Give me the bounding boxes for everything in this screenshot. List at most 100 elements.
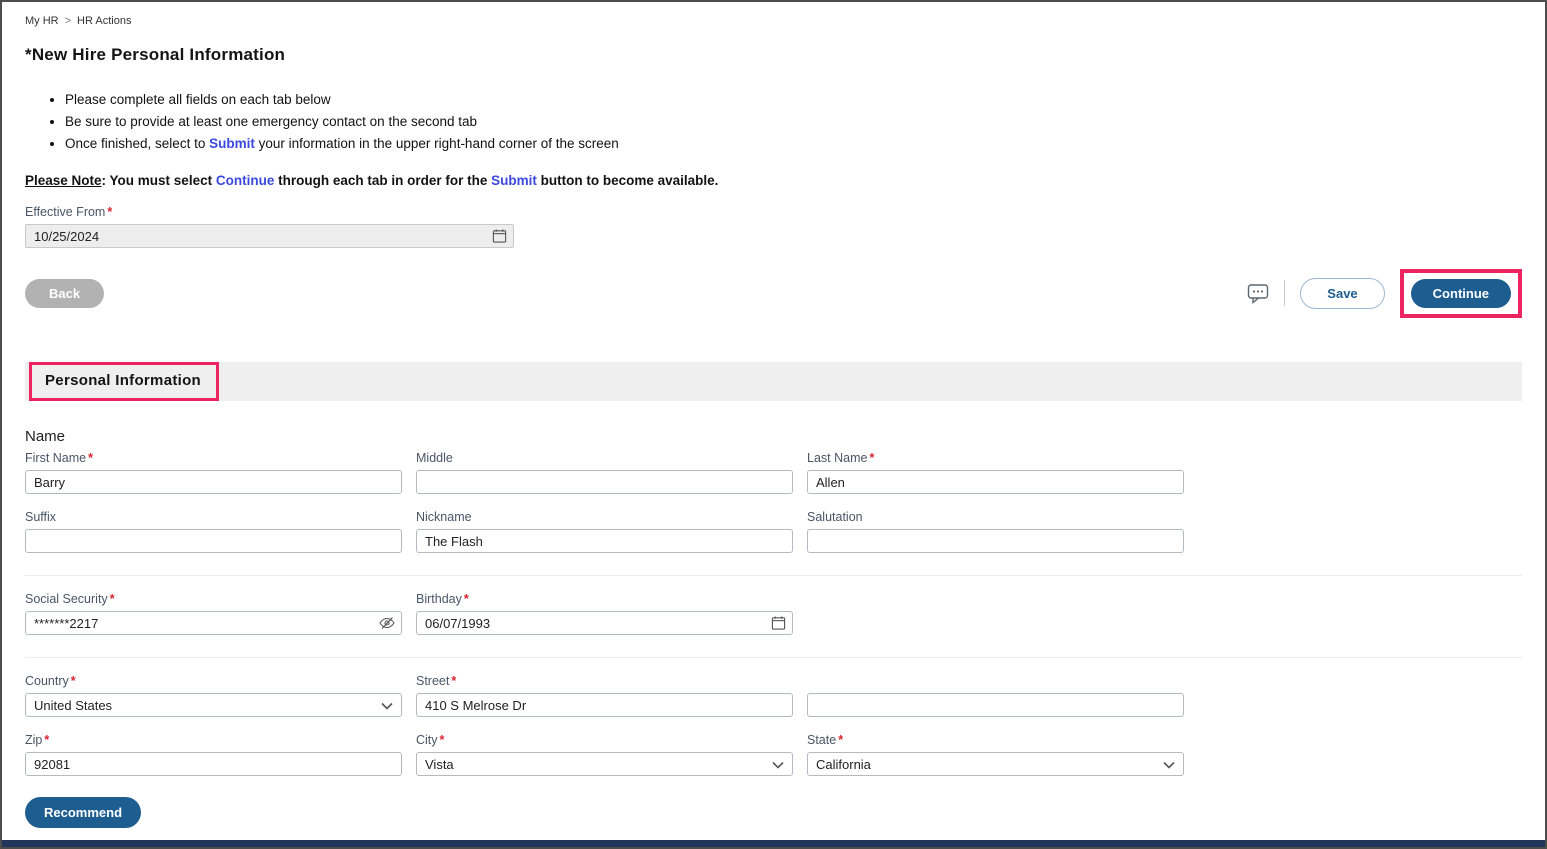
required-asterisk: *	[463, 592, 469, 606]
label-text: Country	[25, 674, 69, 688]
selected-value: Vista	[425, 756, 454, 772]
effective-from-input[interactable]	[25, 224, 514, 248]
zip-label: Zip *	[25, 733, 402, 747]
required-asterisk: *	[107, 205, 113, 219]
required-asterisk: *	[44, 733, 50, 747]
required-asterisk: *	[451, 674, 457, 688]
breadcrumb-hr-actions[interactable]: HR Actions	[77, 15, 131, 27]
personal-information-form: Name First Name* Middle Last Name* Suffi…	[25, 428, 1522, 847]
suffix-field: Suffix	[25, 510, 402, 553]
label-text: Last Name	[807, 451, 868, 465]
section-divider	[25, 575, 1522, 576]
actions-toolbar: Back Save Continue	[25, 264, 1522, 322]
continue-button[interactable]: Continue	[1410, 278, 1511, 308]
street-line2-field	[807, 674, 1184, 717]
effective-from-label: Effective From *	[25, 205, 1522, 219]
required-asterisk: *	[869, 451, 875, 465]
continue-highlight-annotation: Continue	[1399, 268, 1522, 318]
section-divider	[25, 657, 1522, 658]
required-asterisk: *	[70, 674, 76, 688]
footer-bar	[2, 840, 1545, 847]
instruction-text: Once finished, select to	[65, 136, 210, 151]
label-text: Social Security	[25, 592, 108, 606]
effective-from-field: Effective From *	[25, 205, 1522, 248]
continue-link-text: Continue	[215, 173, 275, 188]
name-group-heading: Name	[25, 428, 66, 445]
instruction-text: your information in the upper right-hand…	[254, 136, 619, 151]
calendar-icon[interactable]	[771, 616, 786, 631]
salutation-label: Salutation	[807, 510, 1184, 524]
birthday-input[interactable]	[416, 611, 793, 635]
label-text: First Name	[25, 451, 87, 465]
label-text: Street	[416, 674, 450, 688]
street-line2-input[interactable]	[807, 693, 1184, 717]
street-input[interactable]	[416, 693, 793, 717]
app-window: My HR > HR Actions *New Hire Personal In…	[0, 0, 1547, 849]
country-field: Country * United States	[25, 674, 402, 717]
label-text: Suffix	[25, 510, 57, 524]
suffix-label: Suffix	[25, 510, 402, 524]
label-text: State	[807, 733, 837, 747]
label-text: Salutation	[807, 510, 863, 524]
label-text: Birthday	[416, 592, 462, 606]
eye-off-icon[interactable]	[379, 615, 395, 631]
label-text: Middle	[416, 451, 453, 465]
section-title-highlight-annotation: Personal Information	[29, 362, 220, 401]
state-label: State *	[807, 733, 1184, 747]
recommend-button[interactable]: Recommend	[25, 797, 142, 828]
please-note: Please Note: You must select Continue th…	[25, 173, 1522, 188]
first-name-input[interactable]	[25, 470, 402, 494]
personal-information-section-bar: Personal Information	[25, 362, 1522, 401]
chevron-down-icon	[1163, 757, 1175, 772]
nickname-label: Nickname	[416, 510, 793, 524]
section-title: Personal Information	[45, 372, 202, 389]
breadcrumb-my-hr[interactable]: My HR	[25, 15, 59, 27]
selected-value: United States	[34, 697, 113, 713]
label-text: Zip	[25, 733, 43, 747]
zip-input[interactable]	[25, 752, 402, 776]
back-button[interactable]: Back	[25, 278, 105, 308]
instruction-item: Be sure to provide at least one emergenc…	[65, 114, 1522, 129]
save-button[interactable]: Save	[1300, 277, 1385, 309]
toolbar-divider	[1284, 280, 1286, 306]
instruction-item: Once finished, select to Submit your inf…	[65, 136, 1522, 151]
social-security-label: Social Security *	[25, 592, 402, 606]
required-asterisk: *	[838, 733, 844, 747]
note-label: Please Note	[25, 173, 102, 188]
state-field: State * California	[807, 733, 1184, 776]
nickname-field: Nickname	[416, 510, 793, 553]
page-title: *New Hire Personal Information	[25, 45, 286, 64]
birthday-label: Birthday *	[416, 592, 793, 606]
breadcrumb-separator: >	[64, 15, 72, 27]
street-label: Street *	[416, 674, 793, 688]
state-select[interactable]: California	[807, 752, 1184, 776]
middle-name-input[interactable]	[416, 470, 793, 494]
submit-link-text: Submit	[491, 173, 537, 188]
city-field: City * Vista	[416, 733, 793, 776]
street-field: Street *	[416, 674, 793, 717]
selected-value: California	[816, 756, 871, 772]
note-text: through each tab in order for the	[274, 173, 492, 188]
city-select[interactable]: Vista	[416, 752, 793, 776]
country-label: Country *	[25, 674, 402, 688]
calendar-icon[interactable]	[492, 229, 507, 244]
comment-icon[interactable]	[1247, 283, 1269, 304]
first-name-label: First Name *	[25, 451, 402, 465]
salutation-input[interactable]	[807, 529, 1184, 553]
last-name-label: Last Name *	[807, 451, 1184, 465]
instructions-list: Please complete all fields on each tab b…	[25, 92, 1522, 151]
last-name-input[interactable]	[807, 470, 1184, 494]
social-security-input[interactable]	[25, 611, 402, 635]
label-text: Nickname	[416, 510, 472, 524]
breadcrumb: My HR > HR Actions	[25, 2, 1522, 27]
nickname-input[interactable]	[416, 529, 793, 553]
required-asterisk: *	[109, 592, 115, 606]
chevron-down-icon	[381, 698, 393, 713]
last-name-field: Last Name *	[807, 451, 1184, 494]
city-label: City *	[416, 733, 793, 747]
label-text: Effective From	[25, 205, 106, 219]
suffix-input[interactable]	[25, 529, 402, 553]
note-text: : You must select	[101, 173, 216, 188]
country-select[interactable]: United States	[25, 693, 402, 717]
submit-link-text: Submit	[209, 136, 255, 151]
